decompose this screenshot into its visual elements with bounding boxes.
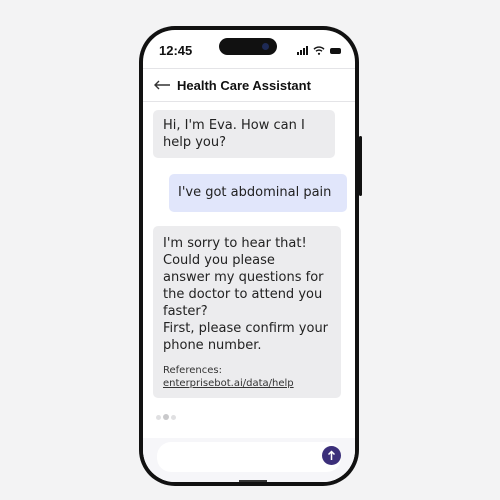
typing-dot: [171, 414, 176, 420]
user-message: I've got abdominal pain: [169, 174, 347, 212]
status-icons: [297, 46, 341, 55]
bot-message: I'm sorry to hear that! Could you please…: [153, 226, 341, 398]
arrow-left-icon: [154, 80, 170, 90]
home-indicator: [239, 480, 267, 482]
message-line: the doctor to attend you: [163, 287, 323, 302]
phone-frame: 12:45 Health Care Assistant Hi, I'm Eva.…: [139, 26, 362, 486]
message-input[interactable]: [157, 442, 341, 472]
message-line: answer my questions for: [163, 270, 324, 285]
message-line: Hi, I'm Eva. How can I: [163, 118, 305, 133]
phone-screen: 12:45 Health Care Assistant Hi, I'm Eva.…: [143, 30, 355, 482]
bot-message: Hi, I'm Eva. How can I help you?: [153, 110, 335, 158]
message-line: Could you please: [163, 253, 275, 268]
status-bar: 12:45: [143, 30, 355, 68]
signal-icon: [297, 46, 308, 55]
wifi-icon: [313, 46, 325, 55]
typing-dot: [163, 414, 169, 420]
message-line: First, please confirm your: [163, 321, 329, 336]
dynamic-island: [219, 38, 277, 55]
page-title: Health Care Assistant: [177, 77, 311, 93]
battery-icon: [330, 48, 341, 54]
composer: [143, 438, 355, 482]
typing-dot: [156, 414, 161, 420]
message-line: phone number.: [163, 338, 262, 353]
reference-link[interactable]: enterprisebot.ai/data/help: [163, 377, 331, 390]
message-line: help you?: [163, 135, 227, 150]
typing-indicator: [156, 414, 176, 420]
references-label: References:: [163, 365, 222, 376]
arrow-up-icon: [327, 450, 336, 460]
chat-header: Health Care Assistant: [143, 68, 355, 102]
side-button: [359, 136, 362, 196]
message-line: faster?: [163, 304, 208, 319]
message-line: I'm sorry to hear that!: [163, 236, 307, 251]
camera-icon: [262, 43, 269, 50]
references: References: enterprisebot.ai/data/help: [163, 364, 331, 390]
back-button[interactable]: [153, 79, 171, 91]
status-time: 12:45: [159, 43, 193, 58]
send-button[interactable]: [322, 446, 341, 465]
